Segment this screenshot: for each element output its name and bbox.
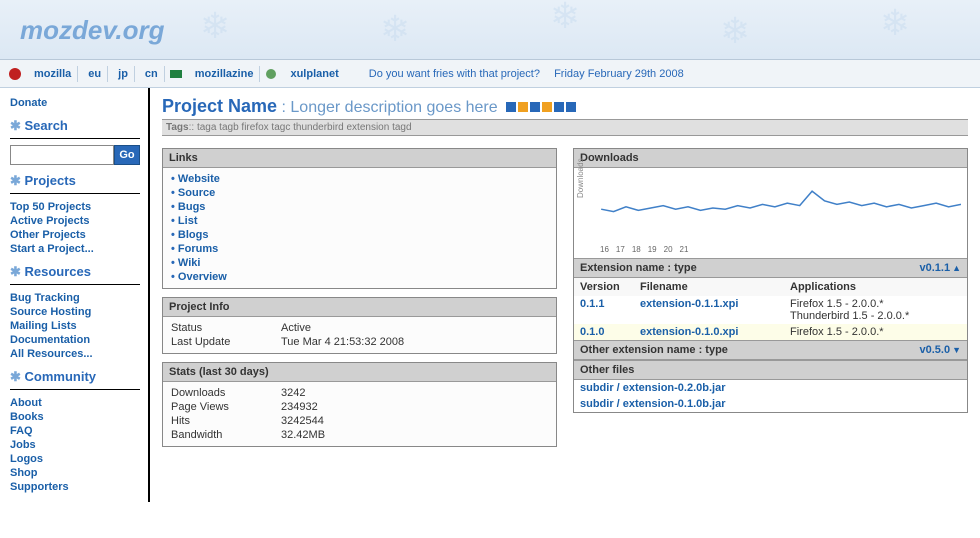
kv-row: Bandwidth32.42MB bbox=[171, 428, 548, 442]
downloads-panel: Downloads Downloads 161718192021 Extensi… bbox=[573, 148, 968, 413]
file-name[interactable]: extension-0.1.0.xpi bbox=[640, 326, 790, 338]
sidebar-search-h: Search bbox=[10, 118, 140, 139]
mozilla-icon bbox=[8, 67, 22, 81]
snowflake-icon: ❄ bbox=[550, 0, 580, 37]
col-filename: Filename bbox=[640, 281, 790, 293]
zine-icon bbox=[169, 67, 183, 81]
nav-cn[interactable]: cn bbox=[139, 66, 165, 82]
nav-eu[interactable]: eu bbox=[82, 66, 108, 82]
sidebar-bugs[interactable]: Bug Tracking bbox=[10, 291, 140, 305]
link-wiki[interactable]: Wiki bbox=[178, 257, 201, 269]
planet-icon bbox=[264, 67, 278, 81]
nav-mozilla[interactable]: mozilla bbox=[28, 66, 78, 82]
sidebar-shop[interactable]: Shop bbox=[10, 466, 140, 480]
ext2-name: Other extension name : type bbox=[580, 344, 919, 356]
link-list[interactable]: List bbox=[178, 215, 198, 227]
sidebar-about[interactable]: About bbox=[10, 396, 140, 410]
file-row: 0.1.0extension-0.1.0.xpiFirefox 1.5 - 2.… bbox=[574, 324, 967, 340]
kv-row: Hits3242544 bbox=[171, 414, 548, 428]
info-panel: Project Info StatusActiveLast UpdateTue … bbox=[162, 297, 557, 354]
sidebar-logos[interactable]: Logos bbox=[10, 452, 140, 466]
tags-bar: Tags:: taga tagb firefox tagc thunderbir… bbox=[162, 119, 968, 136]
sidebar-mailing[interactable]: Mailing Lists bbox=[10, 319, 140, 333]
sidebar-donate[interactable]: Donate bbox=[10, 96, 140, 110]
project-sep: : bbox=[277, 99, 290, 116]
snowflake-icon: ❄ bbox=[720, 10, 750, 52]
sidebar-resources-h: Resources bbox=[10, 264, 140, 285]
file-apps: Firefox 1.5 - 2.0.0.* bbox=[790, 326, 961, 338]
project-name[interactable]: Project Name bbox=[162, 96, 277, 116]
file-row: 0.1.1extension-0.1.1.xpiFirefox 1.5 - 2.… bbox=[574, 296, 967, 324]
sidebar-start[interactable]: Start a Project... bbox=[10, 242, 140, 256]
top-nav: mozilla eu jp cn mozillazine xulplanet D… bbox=[0, 60, 980, 88]
stats-header: Stats (last 30 days) bbox=[163, 363, 556, 382]
kv-row: Last UpdateTue Mar 4 21:53:32 2008 bbox=[171, 335, 548, 349]
header-date: Friday February 29th 2008 bbox=[554, 68, 684, 80]
file-version[interactable]: 0.1.0 bbox=[580, 326, 640, 338]
tags-label: Tags bbox=[166, 122, 189, 133]
triangle-up-icon: ▲ bbox=[952, 263, 961, 273]
other-file-link[interactable]: subdir / extension-0.1.0b.jar bbox=[580, 398, 726, 410]
status-squares bbox=[505, 102, 577, 115]
ext1-name: Extension name : type bbox=[580, 262, 919, 274]
sidebar-supporters[interactable]: Supporters bbox=[10, 480, 140, 494]
file-version[interactable]: 0.1.1 bbox=[580, 298, 640, 322]
snowflake-icon: ❄ bbox=[200, 5, 230, 47]
sidebar-source[interactable]: Source Hosting bbox=[10, 305, 140, 319]
sidebar-projects-h: Projects bbox=[10, 173, 140, 194]
file-apps: Firefox 1.5 - 2.0.0.*Thunderbird 1.5 - 2… bbox=[790, 298, 961, 322]
link-bugs[interactable]: Bugs bbox=[178, 201, 206, 213]
snowflake-icon: ❄ bbox=[380, 8, 410, 50]
file-name[interactable]: extension-0.1.1.xpi bbox=[640, 298, 790, 322]
links-panel: Links Website Source Bugs List Blogs Forums Wi… bbox=[162, 148, 557, 289]
links-header: Links bbox=[163, 149, 556, 168]
nav-xulplanet[interactable]: xulplanet bbox=[284, 66, 344, 82]
ext2-ver: v0.5.0▼ bbox=[919, 344, 961, 356]
sidebar-books[interactable]: Books bbox=[10, 410, 140, 424]
nav-jp[interactable]: jp bbox=[112, 66, 135, 82]
extension-row-1[interactable]: Extension name : type v0.1.1▲ bbox=[574, 258, 967, 278]
col-version: Version bbox=[580, 281, 640, 293]
sidebar-community-h: Community bbox=[10, 369, 140, 390]
info-header: Project Info bbox=[163, 298, 556, 317]
sidebar-docs[interactable]: Documentation bbox=[10, 333, 140, 347]
sidebar-active[interactable]: Active Projects bbox=[10, 214, 140, 228]
link-blogs[interactable]: Blogs bbox=[178, 229, 209, 241]
link-overview[interactable]: Overview bbox=[178, 271, 227, 283]
search-input[interactable] bbox=[10, 145, 114, 165]
promo-text: Do you want fries with that project? bbox=[369, 68, 540, 80]
nav-mozillazine[interactable]: mozillazine bbox=[189, 66, 261, 82]
sidebar-jobs[interactable]: Jobs bbox=[10, 438, 140, 452]
link-forums[interactable]: Forums bbox=[178, 243, 218, 255]
tags-list: :: taga tagb firefox tagc thunderbird ex… bbox=[189, 122, 412, 133]
sidebar-faq[interactable]: FAQ bbox=[10, 424, 140, 438]
sidebar-top50[interactable]: Top 50 Projects bbox=[10, 200, 140, 214]
downloads-chart: Downloads 161718192021 bbox=[574, 168, 967, 258]
search-go-button[interactable]: Go bbox=[114, 145, 140, 165]
link-source[interactable]: Source bbox=[178, 187, 215, 199]
kv-row: StatusActive bbox=[171, 321, 548, 335]
sidebar-allres[interactable]: All Resources... bbox=[10, 347, 140, 361]
downloads-header: Downloads bbox=[574, 149, 967, 168]
snowflake-icon: ❄ bbox=[880, 2, 910, 44]
main-content: Project Name : Longer description goes h… bbox=[150, 88, 980, 502]
site-header: ❄ ❄ ❄ ❄ ❄ mozdev.org bbox=[0, 0, 980, 60]
project-desc: Longer description goes here bbox=[290, 99, 497, 116]
triangle-down-icon: ▼ bbox=[952, 345, 961, 355]
project-title-row: Project Name : Longer description goes h… bbox=[162, 96, 968, 117]
ext1-ver: v0.1.1▲ bbox=[919, 262, 961, 274]
kv-row: Downloads3242 bbox=[171, 386, 548, 400]
sidebar: Donate Search Go Projects Top 50 Project… bbox=[0, 88, 150, 502]
file-header: Version Filename Applications bbox=[574, 278, 967, 296]
stats-panel: Stats (last 30 days) Downloads3242Page V… bbox=[162, 362, 557, 447]
site-logo[interactable]: mozdev.org bbox=[20, 15, 164, 46]
extension-row-2[interactable]: Other extension name : type v0.5.0▼ bbox=[574, 340, 967, 360]
sidebar-other[interactable]: Other Projects bbox=[10, 228, 140, 242]
link-website[interactable]: Website bbox=[178, 173, 220, 185]
col-apps: Applications bbox=[790, 281, 961, 293]
other-file-link[interactable]: subdir / extension-0.2.0b.jar bbox=[580, 382, 726, 394]
kv-row: Page Views234932 bbox=[171, 400, 548, 414]
chart-ylabel: Downloads bbox=[576, 158, 585, 198]
other-files-header: Other files bbox=[574, 360, 967, 380]
